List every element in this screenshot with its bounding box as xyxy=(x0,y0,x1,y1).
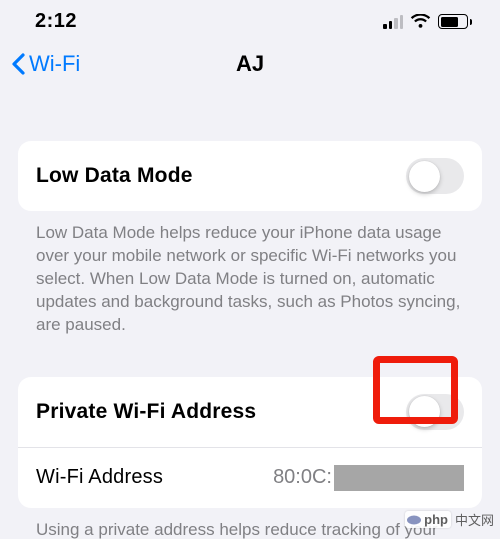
low-data-row: Low Data Mode xyxy=(18,141,482,211)
wifi-icon xyxy=(410,14,431,29)
status-indicators xyxy=(383,14,472,29)
low-data-section: Low Data Mode xyxy=(18,141,482,211)
low-data-footer: Low Data Mode helps reduce your iPhone d… xyxy=(18,211,482,337)
page-title: AJ xyxy=(236,51,264,77)
low-data-toggle[interactable] xyxy=(406,158,464,194)
low-data-label: Low Data Mode xyxy=(36,164,193,188)
status-bar: 2:12 xyxy=(0,0,500,37)
watermark-brand: php xyxy=(424,512,448,527)
php-logo-icon xyxy=(407,513,421,527)
content: Low Data Mode Low Data Mode helps reduce… xyxy=(0,95,500,539)
watermark-text: 中文网 xyxy=(455,510,494,529)
cellular-icon xyxy=(383,15,403,29)
wifi-address-value: 80:0C: xyxy=(273,466,332,489)
wifi-address-label: Wi-Fi Address xyxy=(36,466,163,489)
wifi-address-row: Wi-Fi Address 80:0C: xyxy=(18,447,482,508)
private-address-section: Private Wi-Fi Address Wi-Fi Address 80:0… xyxy=(18,377,482,508)
back-label: Wi-Fi xyxy=(29,51,80,77)
status-time: 2:12 xyxy=(35,10,77,33)
private-address-row: Private Wi-Fi Address xyxy=(18,377,482,447)
redacted-block xyxy=(334,465,464,491)
private-address-label: Private Wi-Fi Address xyxy=(36,400,256,424)
back-button[interactable]: Wi-Fi xyxy=(10,51,80,77)
nav-bar: Wi-Fi AJ xyxy=(0,37,500,95)
private-address-toggle[interactable] xyxy=(406,394,464,430)
watermark: php 中文网 xyxy=(405,510,494,529)
chevron-left-icon xyxy=(10,52,26,76)
battery-icon xyxy=(438,14,472,29)
